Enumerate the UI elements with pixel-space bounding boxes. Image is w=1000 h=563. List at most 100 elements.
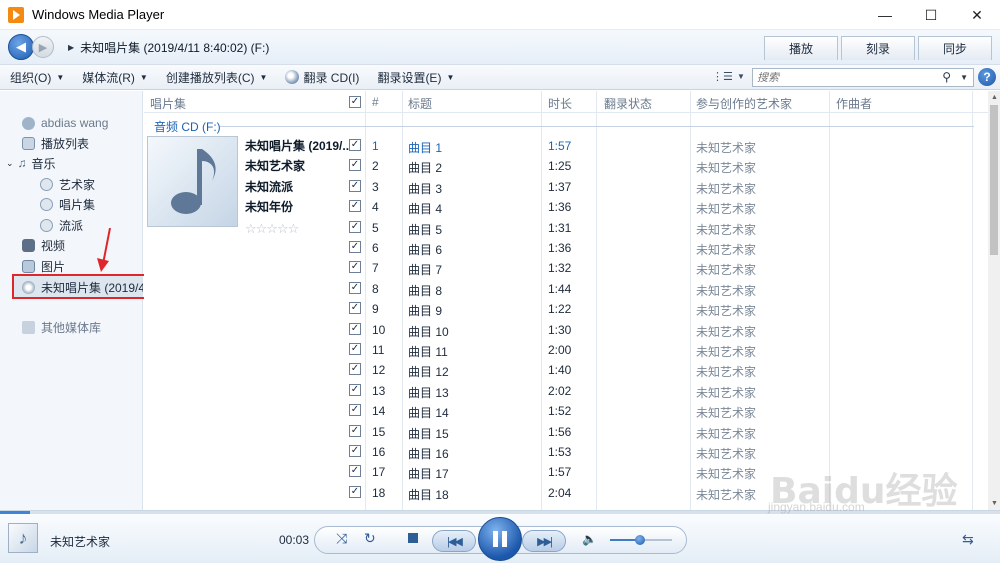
help-icon[interactable]: ?: [978, 68, 996, 86]
sidebar-item-music[interactable]: ⌄ ♫ 音乐: [0, 153, 143, 173]
tab-play[interactable]: 播放: [764, 36, 838, 60]
shuffle-icon[interactable]: ⤨: [336, 530, 347, 547]
track-artist[interactable]: 未知艺术家: [696, 139, 756, 156]
track-artist[interactable]: 未知艺术家: [696, 180, 756, 197]
track-title[interactable]: 曲目 9: [408, 302, 442, 319]
track-checkbox[interactable]: ✓: [349, 383, 361, 396]
track-title[interactable]: 曲目 10: [408, 323, 449, 340]
track-checkbox[interactable]: ✓: [349, 261, 361, 274]
view-options-icon[interactable]: ⋮☰: [712, 70, 733, 83]
track-artist[interactable]: 未知艺术家: [696, 200, 756, 217]
switch-to-now-playing-icon[interactable]: ⇆: [962, 531, 974, 548]
track-checkbox[interactable]: ✓: [349, 445, 361, 457]
scrollbar-thumb[interactable]: [990, 105, 998, 255]
column-header-contributing-artist[interactable]: 参与创作的艺术家: [696, 95, 792, 112]
track-artist[interactable]: 未知艺术家: [696, 465, 756, 482]
track-artist[interactable]: 未知艺术家: [696, 425, 756, 442]
next-icon[interactable]: ▶▶|: [522, 530, 566, 552]
track-artist[interactable]: 未知艺术家: [696, 221, 756, 238]
table-row[interactable]: ✓ 6 曲目 6 1:36 未知艺术家: [144, 238, 988, 258]
track-checkbox[interactable]: ✓: [349, 200, 361, 213]
search-options-chevron-icon[interactable]: ▼: [960, 73, 968, 82]
scroll-down-arrow-icon[interactable]: ▼: [991, 500, 998, 507]
volume-slider[interactable]: [610, 535, 672, 545]
track-title[interactable]: 曲目 12: [408, 363, 449, 380]
previous-icon[interactable]: |◀◀: [432, 530, 476, 552]
track-artist[interactable]: 未知艺术家: [696, 404, 756, 421]
track-checkbox[interactable]: ✓: [349, 159, 361, 172]
tab-burn[interactable]: 刻录: [841, 36, 915, 60]
select-all-checkbox[interactable]: ✓: [349, 96, 361, 108]
table-row[interactable]: ✓ 8 曲目 8 1:44 未知艺术家: [144, 279, 988, 299]
track-artist[interactable]: 未知艺术家: [696, 282, 756, 299]
track-title[interactable]: 曲目 14: [408, 404, 449, 421]
track-title[interactable]: 曲目 1: [408, 139, 442, 156]
track-artist[interactable]: 未知艺术家: [696, 159, 756, 176]
search-input[interactable]: [757, 71, 937, 84]
track-checkbox[interactable]: ✓: [349, 302, 361, 315]
track-title[interactable]: 曲目 5: [408, 221, 442, 238]
forward-button[interactable]: ▶: [32, 36, 54, 58]
close-button[interactable]: ✕: [954, 0, 1000, 30]
track-checkbox[interactable]: ✓: [349, 363, 361, 376]
table-row[interactable]: ✓ 10 曲目 10 1:30 未知艺术家: [144, 320, 988, 340]
maximize-button[interactable]: ☐: [908, 0, 954, 30]
sidebar-item-artist[interactable]: 艺术家: [0, 174, 143, 194]
track-artist[interactable]: 未知艺术家: [696, 261, 756, 278]
track-title[interactable]: 曲目 15: [408, 425, 449, 442]
track-title[interactable]: 曲目 11: [408, 343, 448, 360]
table-row[interactable]: ✓ 9 曲目 9 1:22 未知艺术家: [144, 299, 988, 319]
table-row[interactable]: ✓ 11 曲目 11 2:00 未知艺术家: [144, 340, 988, 360]
column-header-length[interactable]: 时长: [548, 95, 572, 112]
column-header-composer[interactable]: 作曲者: [836, 95, 872, 112]
track-artist[interactable]: 未知艺术家: [696, 343, 756, 360]
track-checkbox[interactable]: ✓: [349, 179, 361, 192]
rip-cd-button[interactable]: 翻录 CD(I): [285, 69, 359, 86]
pause-icon[interactable]: [478, 517, 522, 561]
table-row[interactable]: ✓ 15 曲目 15 1:56 未知艺术家: [144, 422, 988, 442]
track-artist[interactable]: 未知艺术家: [696, 486, 756, 503]
sidebar-item-album[interactable]: 唱片集: [0, 194, 143, 214]
volume-icon[interactable]: 🔈: [582, 532, 597, 546]
track-checkbox[interactable]: ✓: [349, 220, 361, 233]
track-checkbox[interactable]: ✓: [349, 139, 361, 151]
table-row[interactable]: ✓ 4 曲目 4 1:36 未知艺术家: [144, 197, 988, 217]
table-row[interactable]: ✓ 13 曲目 13 2:02 未知艺术家: [144, 381, 988, 401]
view-options-chevron-icon[interactable]: ▼: [737, 72, 745, 81]
track-checkbox[interactable]: ✓: [349, 424, 361, 437]
back-button[interactable]: ◀: [8, 34, 34, 60]
table-row[interactable]: ✓ 16 曲目 16 1:53 未知艺术家: [144, 442, 988, 462]
track-checkbox[interactable]: ✓: [349, 465, 361, 478]
track-title[interactable]: 曲目 4: [408, 200, 442, 217]
column-header-album[interactable]: 唱片集: [150, 95, 186, 112]
track-artist[interactable]: 未知艺术家: [696, 363, 756, 380]
search-icon[interactable]: ⚲: [942, 70, 951, 84]
column-header-number[interactable]: #: [372, 95, 379, 109]
sidebar-item-pictures[interactable]: 图片: [0, 256, 143, 276]
track-checkbox[interactable]: ✓: [349, 322, 361, 335]
now-playing-art[interactable]: ♪: [8, 523, 38, 553]
column-header-rip-status[interactable]: 翻录状态: [604, 95, 652, 112]
table-row[interactable]: ✓ 5 曲目 5 1:31 未知艺术家: [144, 218, 988, 238]
track-title[interactable]: 曲目 6: [408, 241, 442, 258]
breadcrumb[interactable]: 未知唱片集 (2019/4/11 8:40:02) (F:): [80, 39, 269, 56]
track-artist[interactable]: 未知艺术家: [696, 445, 756, 462]
track-artist[interactable]: 未知艺术家: [696, 323, 756, 340]
sidebar-item-video[interactable]: 视频: [0, 235, 143, 255]
table-row[interactable]: ✓ 1 曲目 1 1:57 未知艺术家: [144, 136, 988, 156]
stop-icon[interactable]: [408, 533, 418, 543]
vertical-scrollbar[interactable]: ▲ ▼: [988, 91, 1000, 510]
table-row[interactable]: ✓ 3 曲目 3 1:37 未知艺术家: [144, 177, 988, 197]
table-row[interactable]: ✓ 2 曲目 2 1:25 未知艺术家: [144, 156, 988, 176]
table-row[interactable]: ✓ 7 曲目 7 1:32 未知艺术家: [144, 258, 988, 278]
track-title[interactable]: 曲目 7: [408, 261, 442, 278]
track-title[interactable]: 曲目 17: [408, 465, 449, 482]
expand-chevron-icon[interactable]: ⌄: [6, 158, 14, 169]
tab-sync[interactable]: 同步: [918, 36, 992, 60]
track-checkbox[interactable]: ✓: [349, 343, 361, 355]
sidebar-item-playlists[interactable]: 播放列表: [0, 133, 143, 153]
breadcrumb-chevron-icon[interactable]: ▶: [68, 43, 74, 52]
track-checkbox[interactable]: ✓: [349, 281, 361, 294]
minimize-button[interactable]: —: [862, 0, 908, 30]
sidebar-item-user[interactable]: abdias wang: [0, 113, 143, 133]
